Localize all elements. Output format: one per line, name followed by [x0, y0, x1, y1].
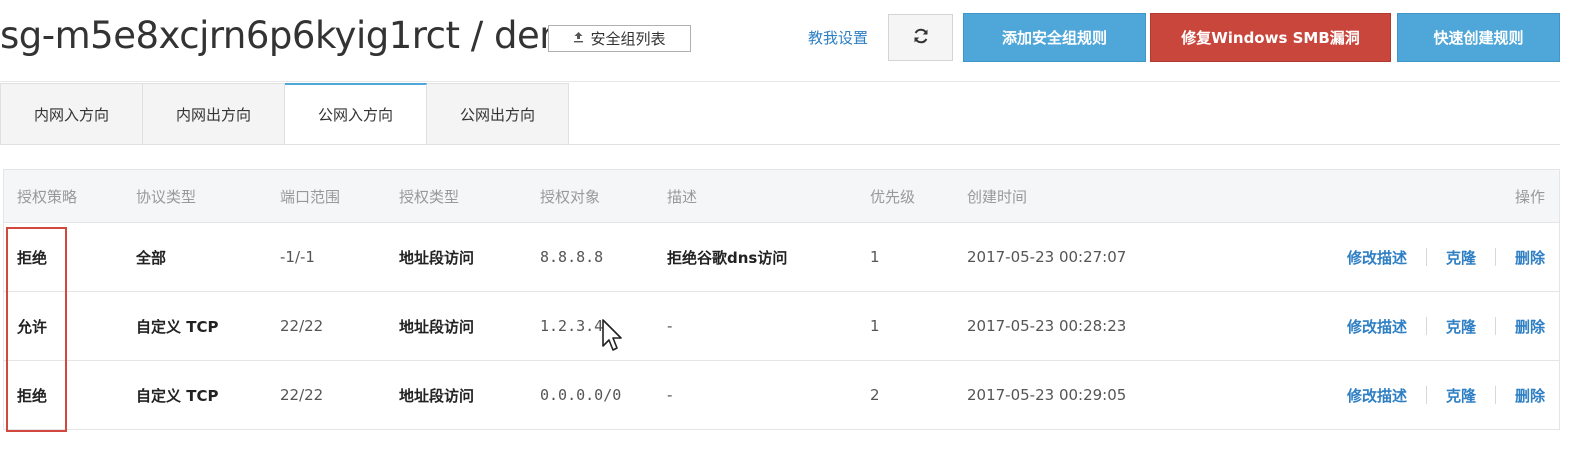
tab-intranet-outbound[interactable]: 内网出方向 — [143, 83, 285, 145]
action-separator — [1494, 317, 1496, 335]
delete-link[interactable]: 删除 — [1515, 385, 1545, 406]
clone-link[interactable]: 克隆 — [1446, 385, 1476, 406]
table-header: 授权策略 协议类型 端口范围 授权类型 授权对象 描述 优先级 创建时间 操作 — [4, 170, 1559, 222]
direction-tabs: 内网入方向 内网出方向 公网入方向 公网出方向 — [0, 83, 569, 145]
action-separator — [1494, 248, 1496, 266]
priority-cell: 1 — [870, 317, 880, 335]
column-header: 协议类型 — [136, 187, 197, 206]
column-header: 优先级 — [870, 187, 916, 206]
auth-object-cell: 0.0.0.0/0 — [540, 386, 622, 404]
protocol-cell: 自定义 TCP — [136, 386, 219, 405]
created-time-cell: 2017-05-23 00:29:05 — [967, 386, 1127, 404]
action-separator — [1425, 386, 1427, 404]
tab-intranet-inbound[interactable]: 内网入方向 — [0, 83, 143, 145]
protocol-cell: 自定义 TCP — [136, 317, 219, 336]
delete-link[interactable]: 删除 — [1515, 316, 1545, 337]
description-cell: - — [667, 317, 673, 335]
add-security-rule-button[interactable]: 添加安全组规则 — [963, 13, 1146, 62]
column-header: 描述 — [667, 187, 698, 206]
port-cell: 22/22 — [280, 317, 324, 335]
table-row: 拒绝 全部 -1/-1 地址段访问 8.8.8.8 拒绝谷歌dns访问 1 20… — [4, 222, 1559, 291]
refresh-button[interactable] — [888, 14, 953, 61]
policy-column-highlight — [6, 227, 67, 432]
security-group-list-button[interactable]: 安全组列表 — [548, 25, 691, 52]
description-cell: - — [667, 386, 673, 404]
action-separator — [1425, 248, 1427, 266]
port-cell: 22/22 — [280, 386, 324, 404]
auth-type-cell: 地址段访问 — [399, 248, 475, 267]
action-separator — [1425, 317, 1427, 335]
edit-description-link[interactable]: 修改描述 — [1347, 247, 1407, 268]
created-time-cell: 2017-05-23 00:27:07 — [967, 248, 1127, 266]
mouse-pointer-icon — [601, 318, 623, 354]
auth-object-cell: 8.8.8.8 — [540, 248, 604, 266]
clone-link[interactable]: 克隆 — [1446, 247, 1476, 268]
column-header: 授权策略 — [17, 187, 78, 206]
edit-description-link[interactable]: 修改描述 — [1347, 316, 1407, 337]
auth-object-cell: 1.2.3.4 — [540, 317, 604, 335]
quick-create-rule-button[interactable]: 快速创建规则 — [1397, 13, 1560, 62]
page-title: sg-m5e8xcjrn6p6kyig1rct / demo — [0, 14, 597, 57]
row-actions: 修改描述 克隆 删除 — [1347, 292, 1559, 360]
priority-cell: 1 — [870, 248, 880, 266]
edit-description-link[interactable]: 修改描述 — [1347, 385, 1407, 406]
action-separator — [1494, 386, 1496, 404]
port-cell: -1/-1 — [280, 248, 315, 266]
created-time-cell: 2017-05-23 00:28:23 — [967, 317, 1127, 335]
rules-table: 授权策略 协议类型 端口范围 授权类型 授权对象 描述 优先级 创建时间 操作 … — [3, 169, 1560, 430]
upload-arrow-icon — [573, 31, 584, 46]
clone-link[interactable]: 克隆 — [1446, 316, 1476, 337]
table-row: 允许 自定义 TCP 22/22 地址段访问 1.2.3.4 - 1 2017-… — [4, 291, 1559, 360]
column-header: 授权对象 — [540, 187, 601, 206]
tab-internet-outbound[interactable]: 公网出方向 — [427, 83, 569, 145]
help-link[interactable]: 教我设置 — [808, 27, 868, 48]
table-row: 拒绝 自定义 TCP 22/22 地址段访问 0.0.0.0/0 - 2 201… — [4, 360, 1559, 429]
column-header: 授权类型 — [399, 187, 460, 206]
fix-windows-smb-button[interactable]: 修复Windows SMB漏洞 — [1150, 13, 1391, 62]
column-header: 操作 — [1514, 187, 1545, 206]
description-cell: 拒绝谷歌dns访问 — [667, 248, 788, 267]
auth-type-cell: 地址段访问 — [399, 386, 475, 405]
row-actions: 修改描述 克隆 删除 — [1347, 223, 1559, 291]
column-header: 端口范围 — [280, 187, 341, 206]
auth-type-cell: 地址段访问 — [399, 317, 475, 336]
tabs-divider — [0, 144, 1560, 145]
priority-cell: 2 — [870, 386, 880, 404]
column-header: 创建时间 — [967, 187, 1028, 206]
refresh-icon — [912, 27, 930, 49]
delete-link[interactable]: 删除 — [1515, 247, 1545, 268]
tab-internet-inbound[interactable]: 公网入方向 — [285, 83, 427, 145]
header-divider — [0, 81, 1560, 82]
row-actions: 修改描述 克隆 删除 — [1347, 361, 1559, 429]
back-button-label: 安全组列表 — [590, 30, 666, 48]
protocol-cell: 全部 — [136, 248, 167, 267]
